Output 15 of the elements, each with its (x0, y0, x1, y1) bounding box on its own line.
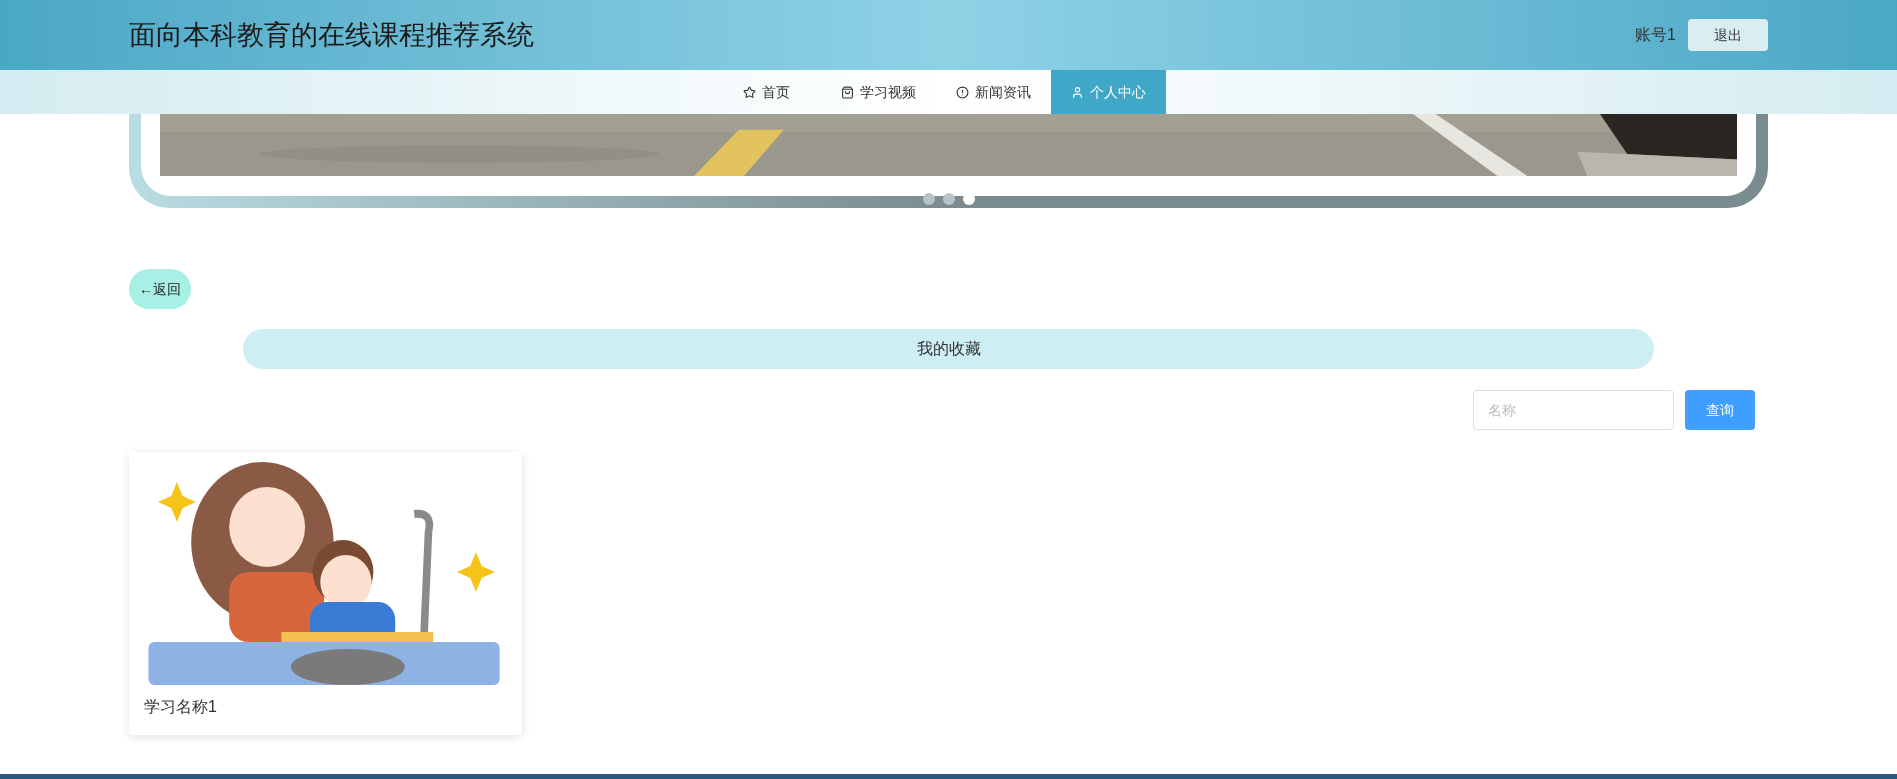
nav-tab[interactable]: 新闻资讯 (936, 70, 1051, 114)
course-title: 学习名称1 (143, 697, 218, 717)
site-title: 面向本科教育的在线课程推荐系统 (129, 18, 534, 52)
bag-icon (841, 85, 854, 99)
course-card[interactable]: 学习名称1 (129, 452, 522, 735)
section-title-bar: 我的收藏 (243, 329, 1654, 369)
account-name: 账号1 (1635, 25, 1676, 45)
logout-button[interactable]: 退出 (1688, 19, 1768, 51)
star-icon (742, 85, 756, 99)
search-field[interactable]: 名称 (1473, 390, 1674, 430)
alert-icon (956, 85, 969, 99)
nav-tab[interactable]: 首页 (711, 70, 821, 114)
back-button[interactable]: ←返回 (129, 269, 191, 309)
user-icon (1071, 85, 1084, 99)
nav-tab[interactable]: 学习视频 (821, 70, 936, 114)
